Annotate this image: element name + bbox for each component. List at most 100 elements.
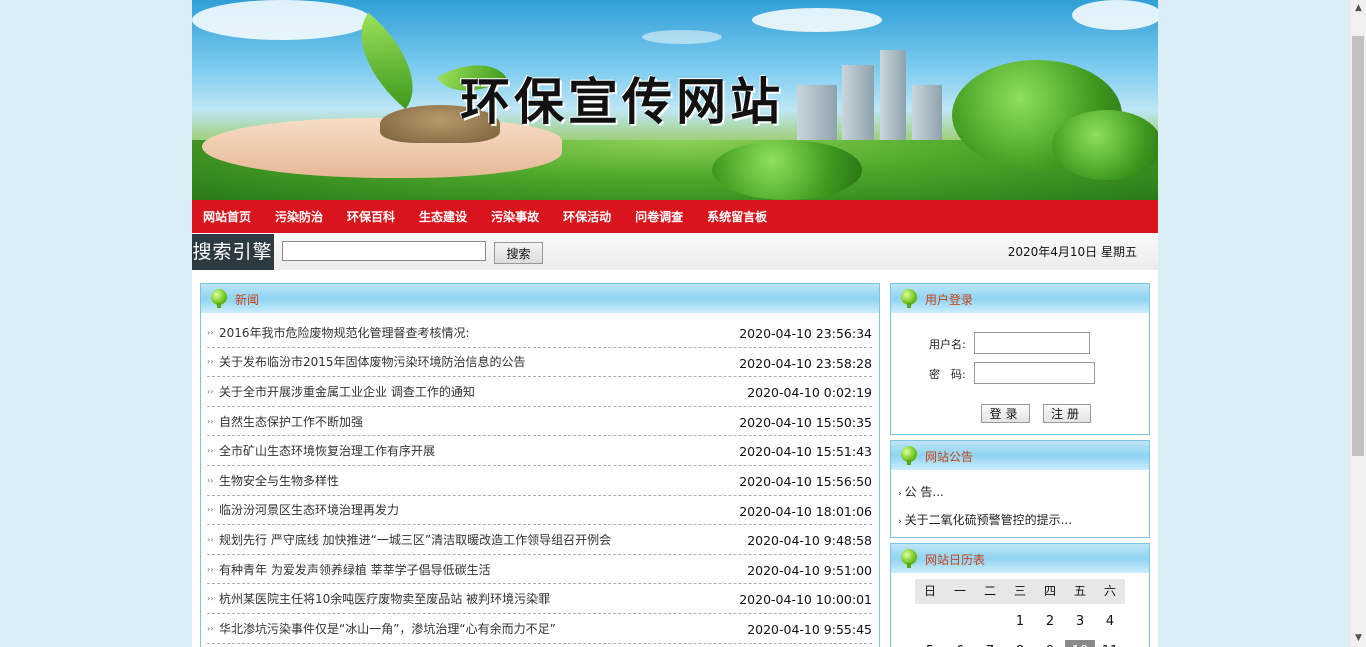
double-arrow-icon: ›› bbox=[207, 505, 214, 515]
news-item-date: 2020-04-10 9:51:00 bbox=[747, 562, 872, 578]
news-item-title[interactable]: 规划先行 严守底线 加快推进“一城三区”清洁取暖改造工作领导组召开例会 bbox=[219, 531, 611, 548]
news-item-title[interactable]: 全市矿山生态环境恢复治理工作有序开展 bbox=[219, 442, 435, 459]
notice-item-title[interactable]: 公 告... bbox=[905, 485, 944, 499]
site-banner: 环保宣传网站 bbox=[192, 0, 1158, 200]
news-item[interactable]: ›› 规划先行 严守底线 加快推进“一城三区”清洁取暖改造工作领导组召开例会 202… bbox=[207, 525, 872, 555]
day-cell bbox=[975, 610, 1005, 634]
news-item[interactable]: ›› 生物安全与生物多样性 2020-04-10 15:56:50 bbox=[207, 466, 872, 496]
news-item-date: 2020-04-10 18:01:06 bbox=[739, 503, 872, 519]
calendar-panel-header: 网站日历表 bbox=[891, 544, 1149, 573]
news-item-title[interactable]: 2016年我市危险废物规范化管理督查考核情况: bbox=[219, 324, 470, 341]
search-label: 搜索引擎 bbox=[192, 234, 274, 270]
news-item-title[interactable]: 临汾汾河景区生态环境治理再发力 bbox=[219, 501, 399, 518]
weekday-cell: 六 bbox=[1095, 579, 1125, 604]
nav-item-survey[interactable]: 问卷调查 bbox=[635, 208, 683, 225]
news-item[interactable]: ›› 有种青年 为爱发声领养绿植 莘莘学子倡导低碳生活 2020-04-10 9:5… bbox=[207, 555, 872, 585]
day-cell bbox=[915, 610, 945, 634]
search-bar: 搜索引擎 搜索 2020年4月10日 星期五 bbox=[192, 233, 1158, 270]
news-item-title[interactable]: 华北渗坑污染事件仅是“冰山一角”，渗坑治理“心有余而力不足” bbox=[219, 620, 556, 637]
notice-item-title[interactable]: 关于二氧化硫预警管控的提示... bbox=[905, 513, 1072, 527]
news-item[interactable]: ›› 关于全市开展涉重金属工业企业 调查工作的通知 2020-04-10 0:02:… bbox=[207, 377, 872, 407]
day-cell[interactable]: 2 bbox=[1035, 610, 1065, 634]
news-item-title[interactable]: 杭州某医院主任将10余吨医疗废物卖至废品站 被判环境污染罪 bbox=[219, 590, 550, 607]
password-field[interactable] bbox=[974, 362, 1095, 384]
login-panel-title: 用户登录 bbox=[925, 293, 974, 307]
page-container: 环保宣传网站 网站首页 污染防治 环保百科 生态建设 污染事故 环保活动 问卷调… bbox=[192, 0, 1158, 647]
day-cell[interactable]: 6 bbox=[945, 640, 975, 647]
nav-item-pollution-control[interactable]: 污染防治 bbox=[275, 208, 323, 225]
scrollbar-thumb[interactable] bbox=[1352, 36, 1364, 456]
news-item[interactable]: ›› 华北渗坑污染事件仅是“冰山一角”，渗坑治理“心有余而力不足” 2020-04-… bbox=[207, 614, 872, 644]
arrow-icon: › bbox=[898, 489, 902, 499]
bulb-icon bbox=[901, 446, 917, 465]
day-cell[interactable]: 3 bbox=[1065, 610, 1095, 634]
building-decoration bbox=[912, 85, 942, 145]
search-input[interactable] bbox=[282, 241, 486, 261]
news-item-date: 2020-04-10 15:50:35 bbox=[739, 414, 872, 430]
cloud-decoration bbox=[752, 8, 882, 32]
login-button[interactable]: 登录 bbox=[981, 404, 1030, 423]
bush-decoration bbox=[712, 140, 862, 200]
news-item-title[interactable]: 关于发布临汾市2015年固体废物污染环境防治信息的公告 bbox=[219, 353, 526, 370]
calendar-panel-title: 网站日历表 bbox=[925, 553, 986, 567]
double-arrow-icon: ›› bbox=[207, 416, 214, 426]
day-cell[interactable]: 5 bbox=[915, 640, 945, 647]
news-panel: 新闻 ›› 2016年我市危险废物规范化管理督查考核情况: 2020-04-10 2… bbox=[200, 283, 880, 647]
news-item-title[interactable]: 关于全市开展涉重金属工业企业 调查工作的通知 bbox=[219, 383, 475, 400]
double-arrow-icon: ›› bbox=[207, 327, 214, 337]
current-date: 2020年4月10日 星期五 bbox=[1007, 245, 1137, 259]
news-item-date: 2020-04-10 9:48:58 bbox=[747, 533, 872, 549]
news-item-date: 2020-04-10 0:02:19 bbox=[747, 385, 872, 401]
news-item[interactable]: ›› 自然生态保护工作不断加强 2020-04-10 15:50:35 bbox=[207, 407, 872, 437]
notice-item[interactable]: › 公 告... bbox=[898, 483, 1149, 511]
news-item[interactable]: ›› 杭州某医院主任将10余吨医疗废物卖至废品站 被判环境污染罪 2020-04-1… bbox=[207, 584, 872, 614]
news-item-title[interactable]: 自然生态保护工作不断加强 bbox=[219, 413, 363, 430]
news-item-date: 2020-04-10 23:58:28 bbox=[739, 355, 872, 371]
day-cell-today[interactable]: 10 bbox=[1065, 640, 1095, 647]
register-button[interactable]: 注册 bbox=[1043, 404, 1091, 423]
day-cell[interactable]: 1 bbox=[1005, 610, 1035, 634]
day-cell[interactable]: 8 bbox=[1005, 640, 1035, 647]
news-panel-header: 新闻 bbox=[201, 284, 879, 313]
news-item[interactable]: ›› 关于发布临汾市2015年固体废物污染环境防治信息的公告 2020-04-10 … bbox=[207, 348, 872, 378]
page-scrollbar[interactable]: ▲ ▼ bbox=[1349, 0, 1366, 647]
news-item[interactable]: ›› 2016年我市危险废物规范化管理督查考核情况: 2020-04-10 23:5… bbox=[207, 318, 872, 348]
news-item-title[interactable]: 有种青年 为爱发声领养绿植 莘莘学子倡导低碳生活 bbox=[219, 561, 491, 578]
news-item[interactable]: ›› 临汾汾河景区生态环境治理再发力 2020-04-10 18:01:06 bbox=[207, 496, 872, 526]
day-cell[interactable]: 4 bbox=[1095, 610, 1125, 634]
tree-decoration bbox=[1052, 110, 1158, 180]
double-arrow-icon: ›› bbox=[207, 446, 214, 456]
search-button[interactable]: 搜索 bbox=[494, 242, 543, 264]
calendar-week-row: 1 2 3 4 bbox=[915, 610, 1125, 634]
password-label: 密 码: bbox=[929, 368, 966, 381]
building-decoration bbox=[880, 50, 906, 145]
weekday-cell: 三 bbox=[1005, 579, 1035, 604]
news-item-title[interactable]: 生物安全与生物多样性 bbox=[219, 472, 339, 489]
news-item[interactable]: ›› 全市矿山生态环境恢复治理工作有序开展 2020-04-10 15:51:43 bbox=[207, 436, 872, 466]
scroll-up-arrow-icon[interactable]: ▲ bbox=[1350, 0, 1366, 17]
nav-item-ecology[interactable]: 生态建设 bbox=[419, 208, 467, 225]
nav-item-encyclopedia[interactable]: 环保百科 bbox=[347, 208, 395, 225]
news-item-date: 2020-04-10 23:56:34 bbox=[739, 326, 872, 341]
double-arrow-icon: ›› bbox=[207, 386, 214, 396]
day-cell[interactable]: 7 bbox=[975, 640, 1005, 647]
bulb-icon bbox=[901, 549, 917, 568]
nav-item-guestbook[interactable]: 系统留言板 bbox=[707, 208, 767, 225]
day-cell[interactable]: 9 bbox=[1035, 640, 1065, 647]
login-panel-header: 用户登录 bbox=[891, 284, 1149, 313]
notice-item[interactable]: › 关于二氧化硫预警管控的提示... bbox=[898, 511, 1149, 539]
day-cell[interactable]: 11 bbox=[1095, 640, 1125, 647]
news-panel-title: 新闻 bbox=[235, 293, 260, 307]
scroll-down-arrow-icon[interactable]: ▼ bbox=[1350, 630, 1366, 647]
news-item-date: 2020-04-10 15:51:43 bbox=[739, 444, 872, 460]
notice-panel-title: 网站公告 bbox=[925, 450, 974, 464]
notice-panel: 网站公告 › 公 告... › 关于二氧化硫预警管控的提示... bbox=[890, 440, 1150, 538]
bulb-icon bbox=[211, 289, 227, 308]
double-arrow-icon: ›› bbox=[207, 534, 214, 544]
nav-item-activities[interactable]: 环保活动 bbox=[563, 208, 611, 225]
login-panel: 用户登录 用户名: 密 码: 登录 注册 bbox=[890, 283, 1150, 435]
username-field[interactable] bbox=[974, 332, 1090, 354]
calendar-week-row: 5 6 7 8 9 10 11 bbox=[915, 640, 1125, 647]
nav-item-home[interactable]: 网站首页 bbox=[203, 208, 251, 225]
nav-item-accidents[interactable]: 污染事故 bbox=[491, 208, 539, 225]
